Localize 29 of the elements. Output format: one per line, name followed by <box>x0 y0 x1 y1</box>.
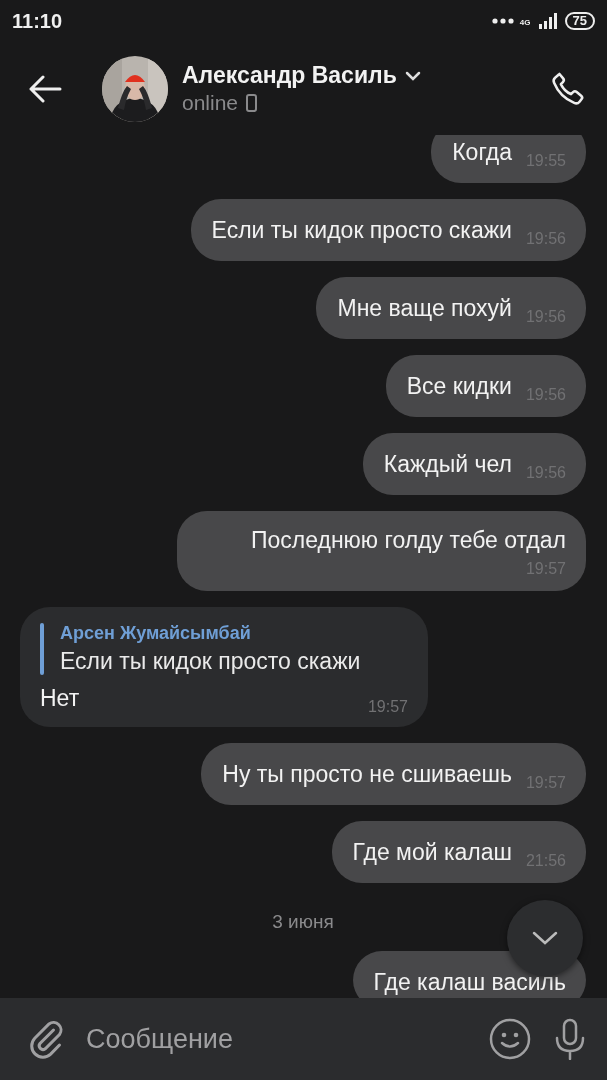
message-bubble[interactable]: Арсен Жумайсымбай Если ты кидок просто скажи Нет 19:57 <box>20 607 428 727</box>
battery-level: 75 <box>564 12 595 30</box>
chevron-down-icon[interactable] <box>404 70 421 81</box>
message-text: Мне ваще похуй <box>337 294 512 323</box>
phone-device-icon <box>246 94 258 112</box>
status-time: 11:10 <box>12 9 63 33</box>
reply-author: Арсен Жумайсымбай <box>60 623 252 644</box>
back-icon[interactable] <box>28 74 62 103</box>
date-separator: 3 июня <box>272 910 334 934</box>
online-status: online <box>182 91 239 115</box>
chevron-down-icon[interactable] <box>531 930 559 946</box>
contact-name[interactable]: Александр Василь <box>182 62 397 89</box>
signal-icon <box>536 13 559 29</box>
message-time: 19:57 <box>367 697 408 717</box>
message-text: Если ты кидок просто скажи <box>211 216 512 245</box>
reply-text: Если ты кидок просто скажи <box>60 648 361 675</box>
more-dots-icon <box>491 18 514 24</box>
message-text: Где мой калаш <box>352 838 512 867</box>
message-text: Ну ты просто не сшиваешь <box>222 760 512 789</box>
message-text: Все кидки <box>406 372 512 401</box>
attach-icon[interactable] <box>28 1019 64 1059</box>
message-text: Каждый чел <box>383 450 512 479</box>
message-text: Нет <box>40 684 80 713</box>
message-text: Когда <box>452 138 512 167</box>
message-text: Последнюю голду тебе отдал <box>250 526 566 555</box>
emoji-icon[interactable] <box>489 1018 531 1060</box>
network-type: 4G <box>519 18 531 27</box>
message-text: Где калаш василь <box>373 968 566 997</box>
microphone-icon[interactable] <box>553 1018 587 1060</box>
